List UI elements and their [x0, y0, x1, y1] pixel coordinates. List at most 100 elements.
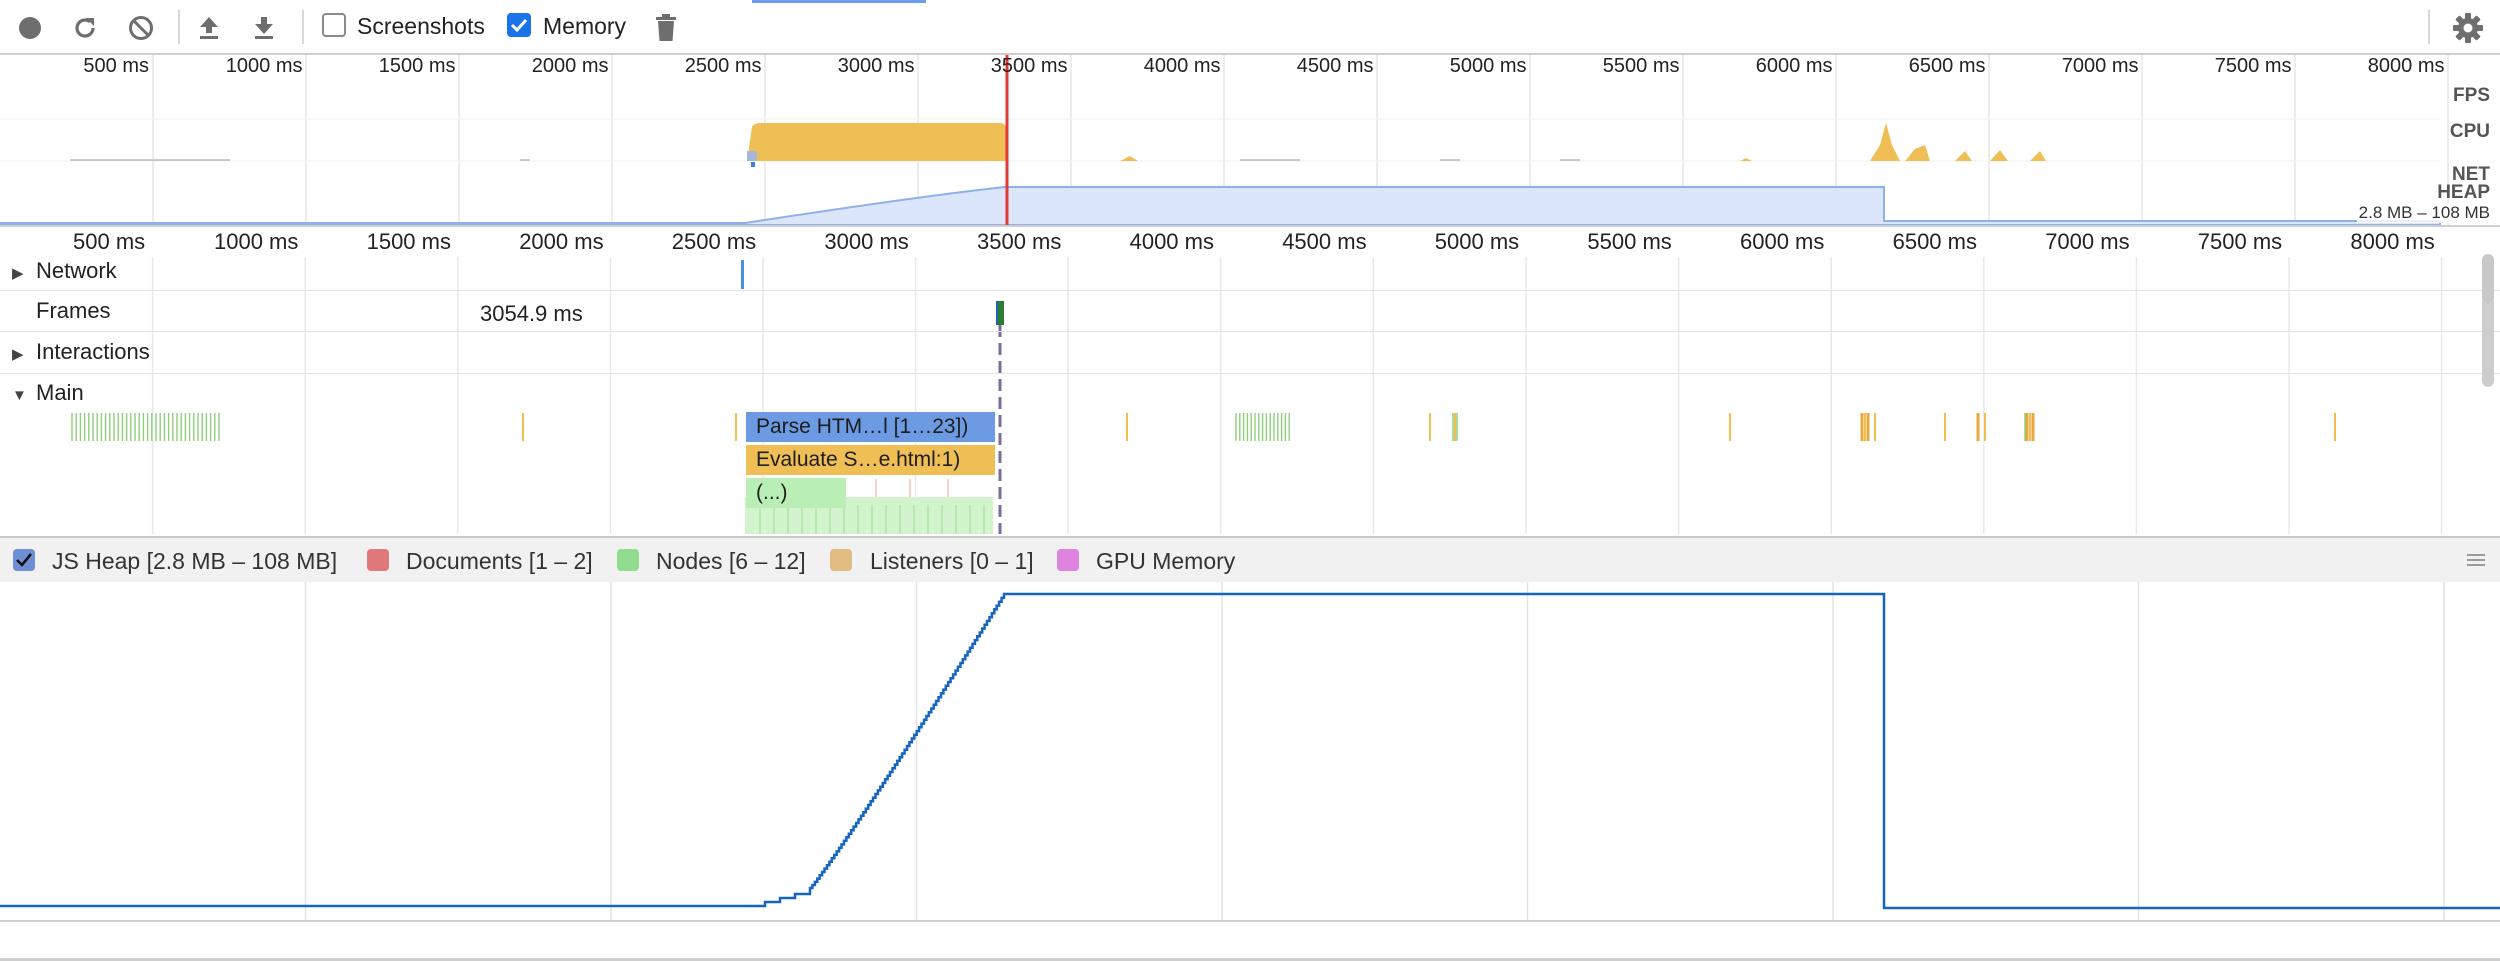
parse-html-event[interactable]: Parse HTM…l [1…23]) [746, 412, 995, 442]
checkmark-icon [16, 553, 33, 567]
js-heap-checkbox[interactable] [13, 549, 35, 571]
ruler-tick-label: 1500 ms [366, 229, 451, 254]
toolbar: Screenshots Memory [0, 0, 2500, 55]
overview-tick-label: 2500 ms [684, 55, 762, 77]
heap-lane-label: HEAP [2437, 182, 2490, 203]
overview-tick-label: 3500 ms [990, 55, 1068, 77]
track-separator [0, 331, 2500, 332]
overview-tick-label: 1500 ms [378, 55, 456, 77]
gpu-memory-label: GPU Memory [1096, 548, 1236, 574]
counter-grid [304, 582, 2445, 920]
ruler-tick-label: 8000 ms [2350, 229, 2435, 254]
collapse-arrow-icon: ▼ [12, 387, 27, 404]
ruler-tick-label: 5000 ms [1434, 229, 1520, 254]
overview-tick-label: 5500 ms [1602, 55, 1680, 77]
gpu-memory-checkbox[interactable] [1057, 549, 1079, 571]
frame-bar [997, 301, 1004, 325]
nodes-checkbox[interactable] [617, 549, 639, 571]
checkmark-icon [510, 18, 528, 33]
toolbar-divider [302, 10, 304, 44]
timeline-overview[interactable]: 500 ms 1000 ms 1500 ms 2000 ms 2500 ms 3000 m… [0, 55, 2500, 227]
js-heap-label: JS Heap [2.8 MB – 108 MB] [52, 548, 338, 574]
network-track-header[interactable]: ▶ Network [12, 258, 117, 284]
overview-tick-label: 2000 ms [531, 55, 609, 77]
interactions-track-label: Interactions [36, 339, 150, 364]
ruler-tick-label: 6500 ms [1892, 229, 1977, 254]
overview-tick-label: 4000 ms [1143, 55, 1221, 77]
documents-checkbox[interactable] [367, 549, 389, 571]
js-heap-line [0, 592, 2500, 910]
frame-duration: 3054.9 ms [480, 301, 583, 326]
documents-label: Documents [1 – 2] [406, 548, 593, 574]
download-icon [255, 17, 273, 39]
anonymous-function-event[interactable]: (...) [746, 478, 846, 508]
ruler-tick-label: 2500 ms [671, 229, 757, 254]
trash-icon [656, 14, 676, 41]
reload-button[interactable] [69, 12, 101, 44]
collect-garbage-button[interactable] [650, 12, 682, 44]
overview-tick-label: 4500 ms [1296, 55, 1374, 77]
main-track-header[interactable]: ▼ Main [12, 380, 84, 406]
memory-label: Memory [543, 13, 627, 39]
record-icon [19, 17, 41, 39]
tracks-area[interactable]: ▶ Network Frames 3054.9 ms ▶ Interactions … [0, 254, 2500, 534]
clear-button[interactable] [125, 12, 157, 44]
tracks-scrollbar-thumb-lower[interactable] [2482, 297, 2494, 387]
expand-arrow-icon: ▶ [12, 265, 24, 282]
clear-icon [129, 16, 153, 40]
upload-icon [200, 17, 218, 39]
js-heap-graph [0, 582, 2500, 920]
ruler-tick-label: 4000 ms [1129, 229, 1214, 254]
toolbar-divider [178, 10, 180, 44]
listeners-checkbox[interactable] [830, 549, 852, 571]
active-tab-indicator [752, 0, 926, 3]
ruler-tick-label: 5500 ms [1587, 229, 1672, 254]
memory-counter-graph[interactable] [0, 582, 2500, 922]
overview-heap-area [0, 186, 2441, 225]
frame-bar-edge [996, 301, 998, 325]
screenshots-label: Screenshots [357, 13, 485, 39]
evaluate-script-event[interactable]: Evaluate S…e.html:1) [746, 445, 995, 475]
overview-tick-label: 5000 ms [1449, 55, 1527, 77]
network-track-label: Network [36, 258, 117, 283]
overview-tick-label: 3000 ms [837, 55, 915, 77]
expand-arrow-icon: ▶ [12, 346, 24, 363]
tracks-graph [71, 257, 2443, 534]
settings-button[interactable] [2452, 12, 2484, 44]
interactions-track-header[interactable]: ▶ Interactions [12, 339, 150, 365]
ruler-tick-label: 6000 ms [1740, 229, 1825, 254]
timeline-ruler: 500 ms 1000 ms 1500 ms 2000 ms 2500 ms 3000 m… [0, 227, 2500, 257]
frames-track-label: Frames [36, 298, 111, 323]
overview-graph [0, 55, 2449, 225]
tracks-grid [151, 257, 2443, 534]
memory-counters-legend: JS Heap [2.8 MB – 108 MB] Documents [1 –… [0, 536, 2500, 584]
ruler-tick-label: 3500 ms [977, 229, 1062, 254]
overview-tick-label: 8000 ms [2367, 55, 2445, 77]
main-thread-spikes [71, 413, 2336, 441]
listeners-label: Listeners [0 – 1] [870, 548, 1034, 574]
ruler-tick-label: 7500 ms [2197, 229, 2283, 254]
overview-cpu-spikes [1120, 123, 2046, 161]
track-separator [0, 290, 2500, 291]
ruler-tick-label: 500 ms [73, 229, 146, 254]
ruler-tick-label: 2000 ms [519, 229, 604, 254]
heap-range-label: 2.8 MB – 108 MB [2356, 203, 2492, 223]
overview-net-mark [751, 162, 755, 167]
menu-icon[interactable] [2467, 552, 2485, 568]
reload-icon [75, 18, 95, 38]
network-request-bar [741, 260, 744, 289]
overview-tick-label: 7000 ms [2061, 55, 2139, 77]
save-profile-button[interactable] [248, 12, 280, 44]
overview-cpu-block [747, 123, 1006, 161]
track-separator [0, 373, 2500, 374]
cpu-lane-label: CPU [2449, 121, 2490, 142]
overview-tick-label: 1000 ms [225, 55, 303, 77]
memory-checkbox[interactable] [507, 13, 531, 37]
screenshots-checkbox[interactable] [322, 13, 346, 37]
record-button[interactable] [14, 12, 46, 44]
overview-tick-label: 6000 ms [1755, 55, 1833, 77]
toolbar-divider [2428, 10, 2430, 44]
load-profile-button[interactable] [193, 12, 225, 44]
main-track-label: Main [36, 380, 84, 405]
nodes-label: Nodes [6 – 12] [656, 548, 806, 574]
